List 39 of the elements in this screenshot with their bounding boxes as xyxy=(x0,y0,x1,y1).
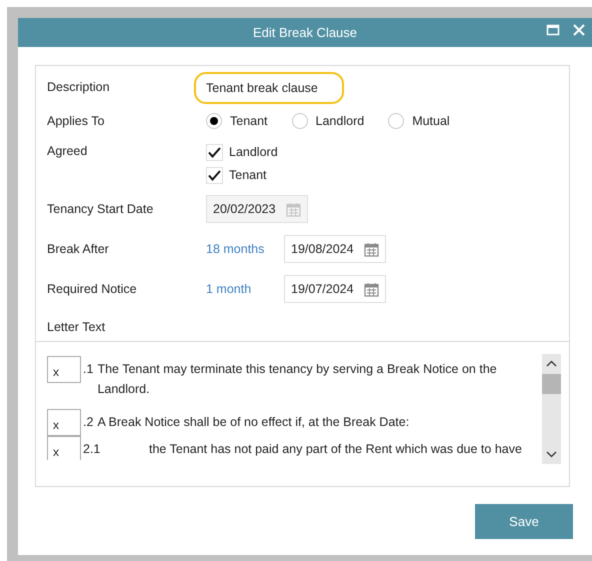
field-label: Agreed xyxy=(47,142,88,160)
description-field[interactable]: Tenant break clause xyxy=(194,72,344,104)
input-field[interactable]: x xyxy=(47,356,81,383)
field-label: Break After xyxy=(47,240,110,258)
window-title: Edit Break Clause xyxy=(252,24,358,42)
clause-text: The Tenant may terminate this tenancy by serving a Break Notice on the Landlord. xyxy=(97,361,498,398)
period-link[interactable]: 1 month xyxy=(206,280,284,298)
check-icon xyxy=(208,170,221,181)
clause-number: 2.1 xyxy=(83,441,102,458)
radio-option[interactable]: Tenant xyxy=(206,112,268,130)
scroll-down-icon[interactable] xyxy=(546,451,557,458)
checkbox-option[interactable]: Tenant xyxy=(206,164,278,187)
save-button[interactable]: Save xyxy=(475,504,573,539)
date-field: 20/02/2023 xyxy=(206,195,308,223)
calendar-icon[interactable] xyxy=(364,242,379,256)
date-field[interactable]: 19/08/2024 xyxy=(284,235,386,263)
calendar-icon[interactable] xyxy=(364,282,379,296)
maximize-icon[interactable] xyxy=(546,23,560,37)
date-field[interactable]: 19/07/2024 xyxy=(284,275,386,303)
scroll-up-icon[interactable] xyxy=(546,360,557,367)
checkbox-option[interactable]: Landlord xyxy=(206,141,278,164)
input-field[interactable]: x xyxy=(47,409,81,436)
clause-number: .2 xyxy=(83,414,94,431)
field-label: Tenancy Start Date xyxy=(47,200,154,218)
period-link[interactable]: 18 months xyxy=(206,240,284,258)
field-label: Description xyxy=(47,79,111,96)
field-label: Required Notice xyxy=(47,280,138,298)
close-icon[interactable] xyxy=(572,23,586,37)
field-label: Applies To xyxy=(47,112,106,130)
radio-option[interactable]: Mutual xyxy=(388,112,450,130)
clause-text: A Break Notice shall be of no effect if, at the Break Date: xyxy=(97,414,410,431)
check-icon xyxy=(208,147,221,158)
radio-option[interactable]: Landlord xyxy=(292,112,364,130)
field-label: Letter Text xyxy=(47,319,106,336)
scrollbar[interactable] xyxy=(542,354,561,464)
scrollbar-thumb[interactable] xyxy=(542,374,561,394)
input-field[interactable]: x xyxy=(47,436,81,460)
clause-number: .1 xyxy=(83,361,94,378)
clause-text: the Tenant has not paid any part of the Rent which was due to have xyxy=(149,441,523,458)
